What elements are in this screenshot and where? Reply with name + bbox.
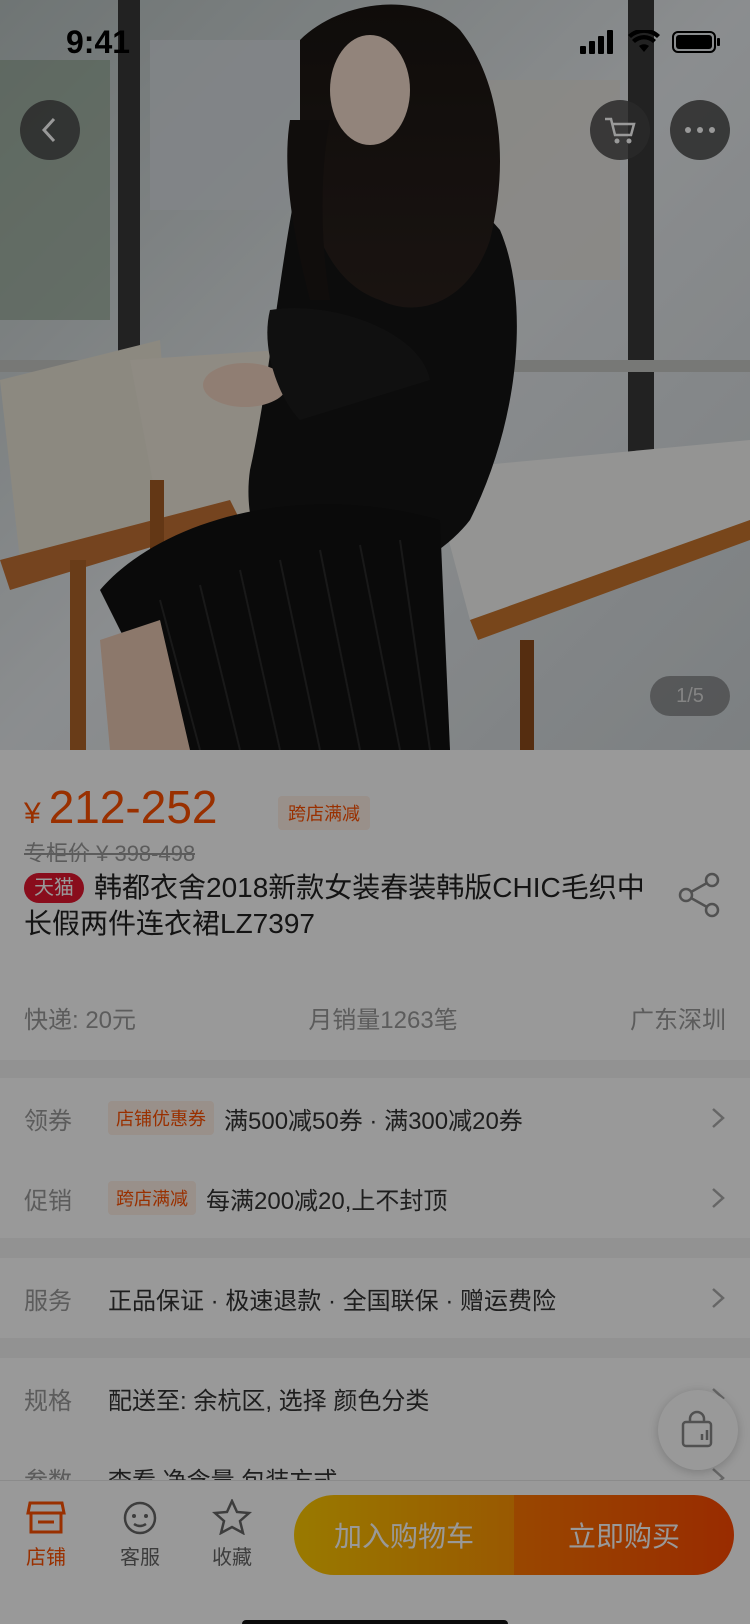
share-icon[interactable] <box>676 872 722 918</box>
add-to-cart-button[interactable]: 加入购物车 <box>294 1495 514 1575</box>
shipping-fee: 快递: 20元 <box>24 1007 137 1034</box>
currency-symbol: ¥ <box>24 797 41 830</box>
service-label: 服务 <box>24 1287 72 1315</box>
star-icon <box>212 1499 252 1535</box>
chevron-right-icon <box>712 1188 725 1208</box>
promo-tag: 跨店满减 <box>278 796 370 830</box>
battery-icon <box>672 31 720 53</box>
meta-row: 快递: 20元 月销量1263笔 广东深圳 <box>24 1000 726 1035</box>
coupon-chip: 店铺优惠券 <box>108 1101 214 1135</box>
floating-bag-button[interactable] <box>658 1390 738 1470</box>
coupon-text: 满500减50券 · 满300减20券 <box>224 1107 523 1135</box>
purchase-actions: 加入购物车 立即购买 <box>294 1495 734 1575</box>
spec-label: 规格 <box>24 1387 72 1415</box>
chevron-right-icon <box>712 1108 725 1128</box>
bottom-action-bar: 店铺 客服 收藏 加入购物车 立即购买 <box>0 1480 750 1624</box>
offers-card: 领券 店铺优惠券 满500减50券 · 满300减20券 促销 跨店满减 每满2… <box>0 1078 750 1238</box>
spec-row[interactable]: 规格 配送至: 余杭区, 选择 颜色分类 <box>0 1358 750 1438</box>
back-icon <box>41 117 56 143</box>
tab-customer-service[interactable]: 客服 <box>100 1499 180 1570</box>
chevron-right-icon <box>712 1288 725 1308</box>
promotion-row[interactable]: 促销 跨店满减 每满200减20,上不封顶 <box>0 1158 750 1238</box>
cart-button[interactable] <box>590 100 650 160</box>
original-price: 专柜价 ¥ 398-498 <box>24 841 196 862</box>
spec-text: 配送至: 余杭区, 选择 颜色分类 <box>108 1387 430 1415</box>
service-card: 服务 正品保证 · 极速退款 · 全国联保 · 赠运费险 <box>0 1258 750 1338</box>
price-range: 212-252 <box>48 781 218 833</box>
tab-favorite[interactable]: 收藏 <box>192 1499 272 1570</box>
promotion-chip: 跨店满减 <box>108 1181 196 1215</box>
product-info: ¥ 212-252 跨店满减 专柜价 ¥ 398-498 天猫 韩都衣舍2018新… <box>0 750 750 1060</box>
cart-icon <box>605 117 636 144</box>
shop-icon <box>26 1501 66 1534</box>
monthly-sales: 月销量1263笔 <box>308 1007 458 1034</box>
tab-shop-label: 店铺 <box>26 1547 66 1569</box>
signal-icon <box>580 30 613 54</box>
status-bar: 9:41 <box>0 0 750 88</box>
back-button[interactable] <box>20 100 80 160</box>
coupon-label: 领券 <box>24 1107 72 1135</box>
product-detail-page: 9:41 1/5 ¥ 212-252 跨店满减 专柜价 ¥ 398-498 天猫… <box>0 0 750 1624</box>
buy-now-button[interactable]: 立即购买 <box>514 1495 734 1575</box>
status-icons <box>580 30 722 54</box>
service-text: 正品保证 · 极速退款 · 全国联保 · 赠运费险 <box>108 1287 556 1315</box>
tab-service-label: 客服 <box>120 1547 160 1569</box>
coupon-row[interactable]: 领券 店铺优惠券 满500减50券 · 满300减20券 <box>0 1078 750 1158</box>
price-row: ¥ 212-252 <box>24 780 218 834</box>
more-icon <box>685 127 715 133</box>
ship-from-location: 广东深圳 <box>629 1007 726 1034</box>
image-counter: 1/5 <box>650 676 730 716</box>
product-title-text: 韩都衣舍2018新款女装春装韩版CHIC毛织中长假两件连衣裙LZ7397 <box>24 872 645 939</box>
status-time: 9:41 <box>66 24 131 60</box>
service-row[interactable]: 服务 正品保证 · 极速退款 · 全国联保 · 赠运费险 <box>0 1258 750 1338</box>
promotion-text: 每满200减20,上不封顶 <box>206 1187 448 1215</box>
promotion-label: 促销 <box>24 1187 72 1215</box>
tab-shop[interactable]: 店铺 <box>6 1499 86 1570</box>
shopping-bag-icon <box>681 1410 713 1448</box>
more-button[interactable] <box>670 100 730 160</box>
product-title: 天猫 韩都衣舍2018新款女装春装韩版CHIC毛织中长假两件连衣裙LZ7397 <box>24 870 654 942</box>
tab-favorite-label: 收藏 <box>212 1547 252 1569</box>
product-gallery[interactable]: 9:41 1/5 <box>0 0 750 750</box>
tmall-badge: 天猫 <box>24 873 84 903</box>
home-indicator <box>242 1620 508 1624</box>
service-icon <box>123 1501 157 1535</box>
wifi-icon <box>628 30 660 52</box>
